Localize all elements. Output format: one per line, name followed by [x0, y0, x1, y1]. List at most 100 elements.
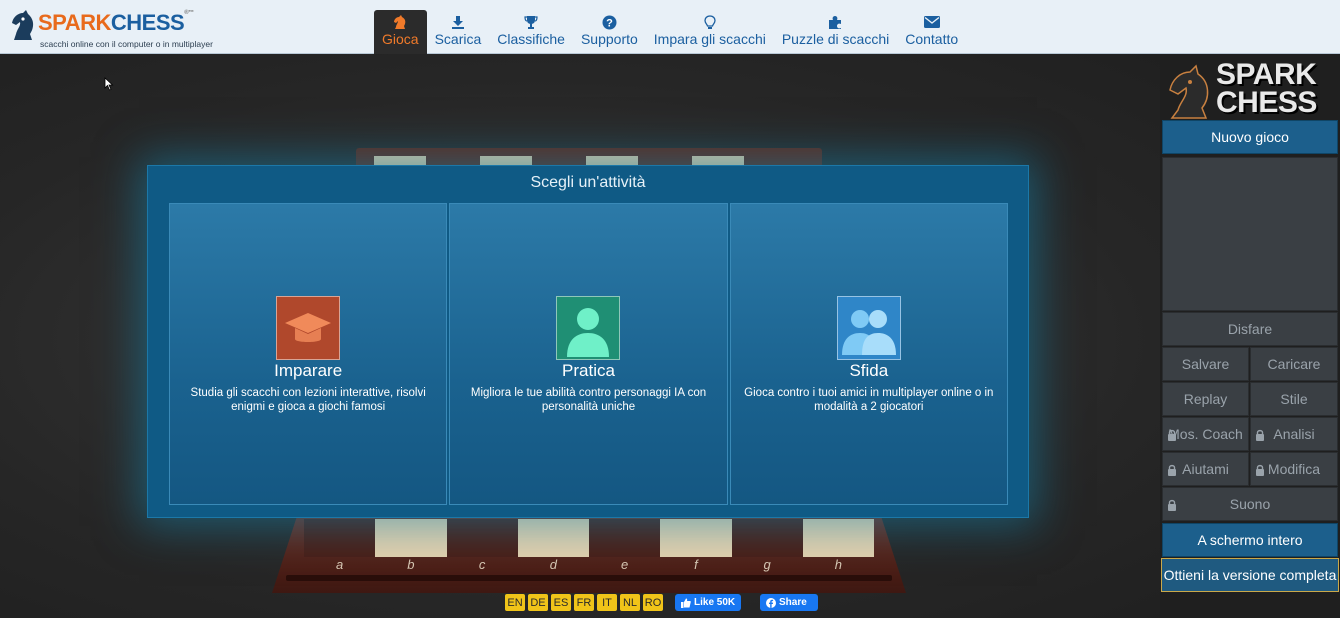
new-game-label: Nuovo gioco — [1211, 129, 1289, 145]
lock-icon — [1256, 429, 1264, 441]
get-full-version-label: Ottieni la versione completa — [1163, 567, 1337, 583]
thumbs-up-icon — [681, 598, 691, 608]
lang-ro[interactable]: RO — [643, 594, 663, 611]
file-label: c — [478, 557, 486, 572]
graduation-cap-icon — [276, 296, 341, 360]
card-description: Migliora le tue abilità contro personagg… — [470, 387, 707, 413]
nav-contatto-label: Contatto — [905, 31, 959, 47]
move-list — [1162, 157, 1338, 311]
replay-label: Replay — [1183, 391, 1228, 407]
fullscreen-label: A schermo intero — [1197, 532, 1303, 548]
facebook-like-label: Like 50K — [694, 597, 736, 608]
download-icon — [450, 14, 466, 30]
game-side-panel: SPARK CHESS Nuovo gioco Disfare Salvare … — [1160, 54, 1340, 618]
file-label: h — [834, 557, 842, 572]
brand-name: SPARKCHESS®™ — [38, 10, 194, 35]
activity-card-sfida[interactable]: Sfida Gioca contro i tuoi amici in multi… — [729, 203, 1008, 505]
brand-tagline: scacchi online con il computer o in mult… — [40, 39, 213, 49]
nav-classifiche[interactable]: Classifiche — [489, 10, 573, 54]
nav-supporto[interactable]: ? Supporto — [573, 10, 646, 54]
card-description: Studia gli scacchi con lezioni interatti… — [190, 387, 426, 413]
undo-button[interactable]: Disfare — [1162, 312, 1338, 346]
question-icon: ? — [601, 14, 617, 30]
activity-card-pratica[interactable]: Pratica Migliora le tue abilità contro p… — [449, 203, 728, 505]
load-button[interactable]: Caricare — [1250, 347, 1338, 381]
facebook-icon — [766, 597, 776, 608]
lang-fr[interactable]: FR — [574, 594, 594, 611]
nav-classifiche-label: Classifiche — [497, 31, 565, 47]
lang-nl[interactable]: NL — [620, 594, 640, 611]
file-label: f — [694, 557, 698, 572]
board-first-rank — [304, 519, 874, 557]
board-rail — [286, 575, 892, 581]
analysis-label: Analisi — [1273, 426, 1315, 442]
nav-scarica[interactable]: Scarica — [427, 10, 490, 54]
edit-label: Modifica — [1267, 461, 1321, 477]
sound-button[interactable]: Suono — [1162, 487, 1338, 521]
edit-button[interactable]: Modifica — [1250, 452, 1338, 486]
file-label: a — [336, 557, 344, 572]
panel-logo-line2: CHESS — [1216, 86, 1317, 119]
facebook-like-button[interactable]: Like 50K — [675, 594, 742, 611]
coach-label: Mos. Coach — [1168, 426, 1243, 442]
sound-label: Suono — [1229, 496, 1271, 512]
style-label: Stile — [1280, 391, 1308, 407]
svg-text:?: ? — [606, 17, 613, 29]
lang-it[interactable]: IT — [597, 594, 617, 611]
replay-button[interactable]: Replay — [1162, 382, 1249, 416]
fullscreen-button[interactable]: A schermo intero — [1162, 523, 1338, 557]
nav-gioca[interactable]: Gioca — [374, 10, 427, 54]
knight-icon — [392, 14, 408, 30]
file-label: g — [763, 557, 771, 572]
nav-puzzle-label: Puzzle di scacchi — [781, 31, 890, 47]
language-selector: EN DE ES FR IT NL RO — [505, 594, 663, 611]
card-description: Gioca contro i tuoi amici in multiplayer… — [744, 387, 994, 413]
activity-card-imparare[interactable]: Imparare Studia gli scacchi con lezioni … — [169, 203, 448, 505]
board-file-labels: a b c d e f g h — [304, 557, 874, 572]
knight-logo-icon — [12, 10, 34, 40]
analysis-button[interactable]: Analisi — [1250, 417, 1338, 451]
nav-puzzle[interactable]: Puzzle di scacchi — [774, 10, 897, 54]
file-label: d — [549, 557, 557, 572]
save-button[interactable]: Salvare — [1162, 347, 1249, 381]
nav-impara[interactable]: Impara gli scacchi — [646, 10, 774, 54]
coach-button[interactable]: Mos. Coach — [1162, 417, 1249, 451]
activity-cards: Imparare Studia gli scacchi con lezioni … — [169, 203, 1008, 505]
nav-gioca-label: Gioca — [382, 31, 419, 47]
nav-impara-label: Impara gli scacchi — [653, 31, 766, 47]
card-title: Pratica — [562, 361, 615, 380]
person-icon — [556, 296, 621, 360]
hints-label: Aiutami — [1182, 461, 1229, 477]
envelope-icon — [923, 14, 940, 30]
dialog-title: Scegli un'attività — [530, 174, 646, 191]
load-label: Caricare — [1267, 356, 1321, 372]
lock-icon — [1168, 429, 1176, 441]
card-title: Imparare — [274, 361, 343, 380]
lang-en[interactable]: EN — [505, 594, 525, 611]
new-game-button[interactable]: Nuovo gioco — [1162, 120, 1338, 154]
get-full-version-button[interactable]: Ottieni la versione completa — [1161, 558, 1339, 592]
choose-activity-dialog: Scegli un'attività Imparare Studia gli s… — [147, 165, 1029, 518]
facebook-share-label: Share — [779, 597, 807, 608]
undo-label: Disfare — [1227, 321, 1273, 337]
nav-supporto-label: Supporto — [580, 31, 638, 47]
sparkchess-logo[interactable]: SPARKCHESS®™ scacchi online con il compu… — [6, 6, 236, 50]
lock-icon — [1168, 464, 1176, 476]
nav-scarica-label: Scarica — [434, 31, 482, 47]
puzzle-icon — [828, 14, 844, 30]
file-label: b — [407, 557, 415, 572]
nav-contatto[interactable]: Contatto — [897, 10, 966, 54]
facebook-share-button[interactable]: Share — [760, 594, 818, 611]
chessboard-front-edge: a b c d e f g h — [272, 515, 906, 593]
top-bar: SPARKCHESS®™ scacchi online con il compu… — [0, 0, 1340, 54]
lang-es[interactable]: ES — [551, 594, 571, 611]
trophy-icon — [523, 14, 539, 30]
lock-icon — [1168, 499, 1176, 511]
style-button[interactable]: Stile — [1250, 382, 1338, 416]
main-nav: Gioca Scarica Classifiche ? Supporto Imp… — [374, 10, 966, 54]
lightbulb-icon — [702, 14, 718, 30]
card-title: Sfida — [849, 361, 889, 380]
hints-button[interactable]: Aiutami — [1162, 452, 1249, 486]
lang-de[interactable]: DE — [528, 594, 548, 611]
lock-icon — [1256, 464, 1264, 476]
